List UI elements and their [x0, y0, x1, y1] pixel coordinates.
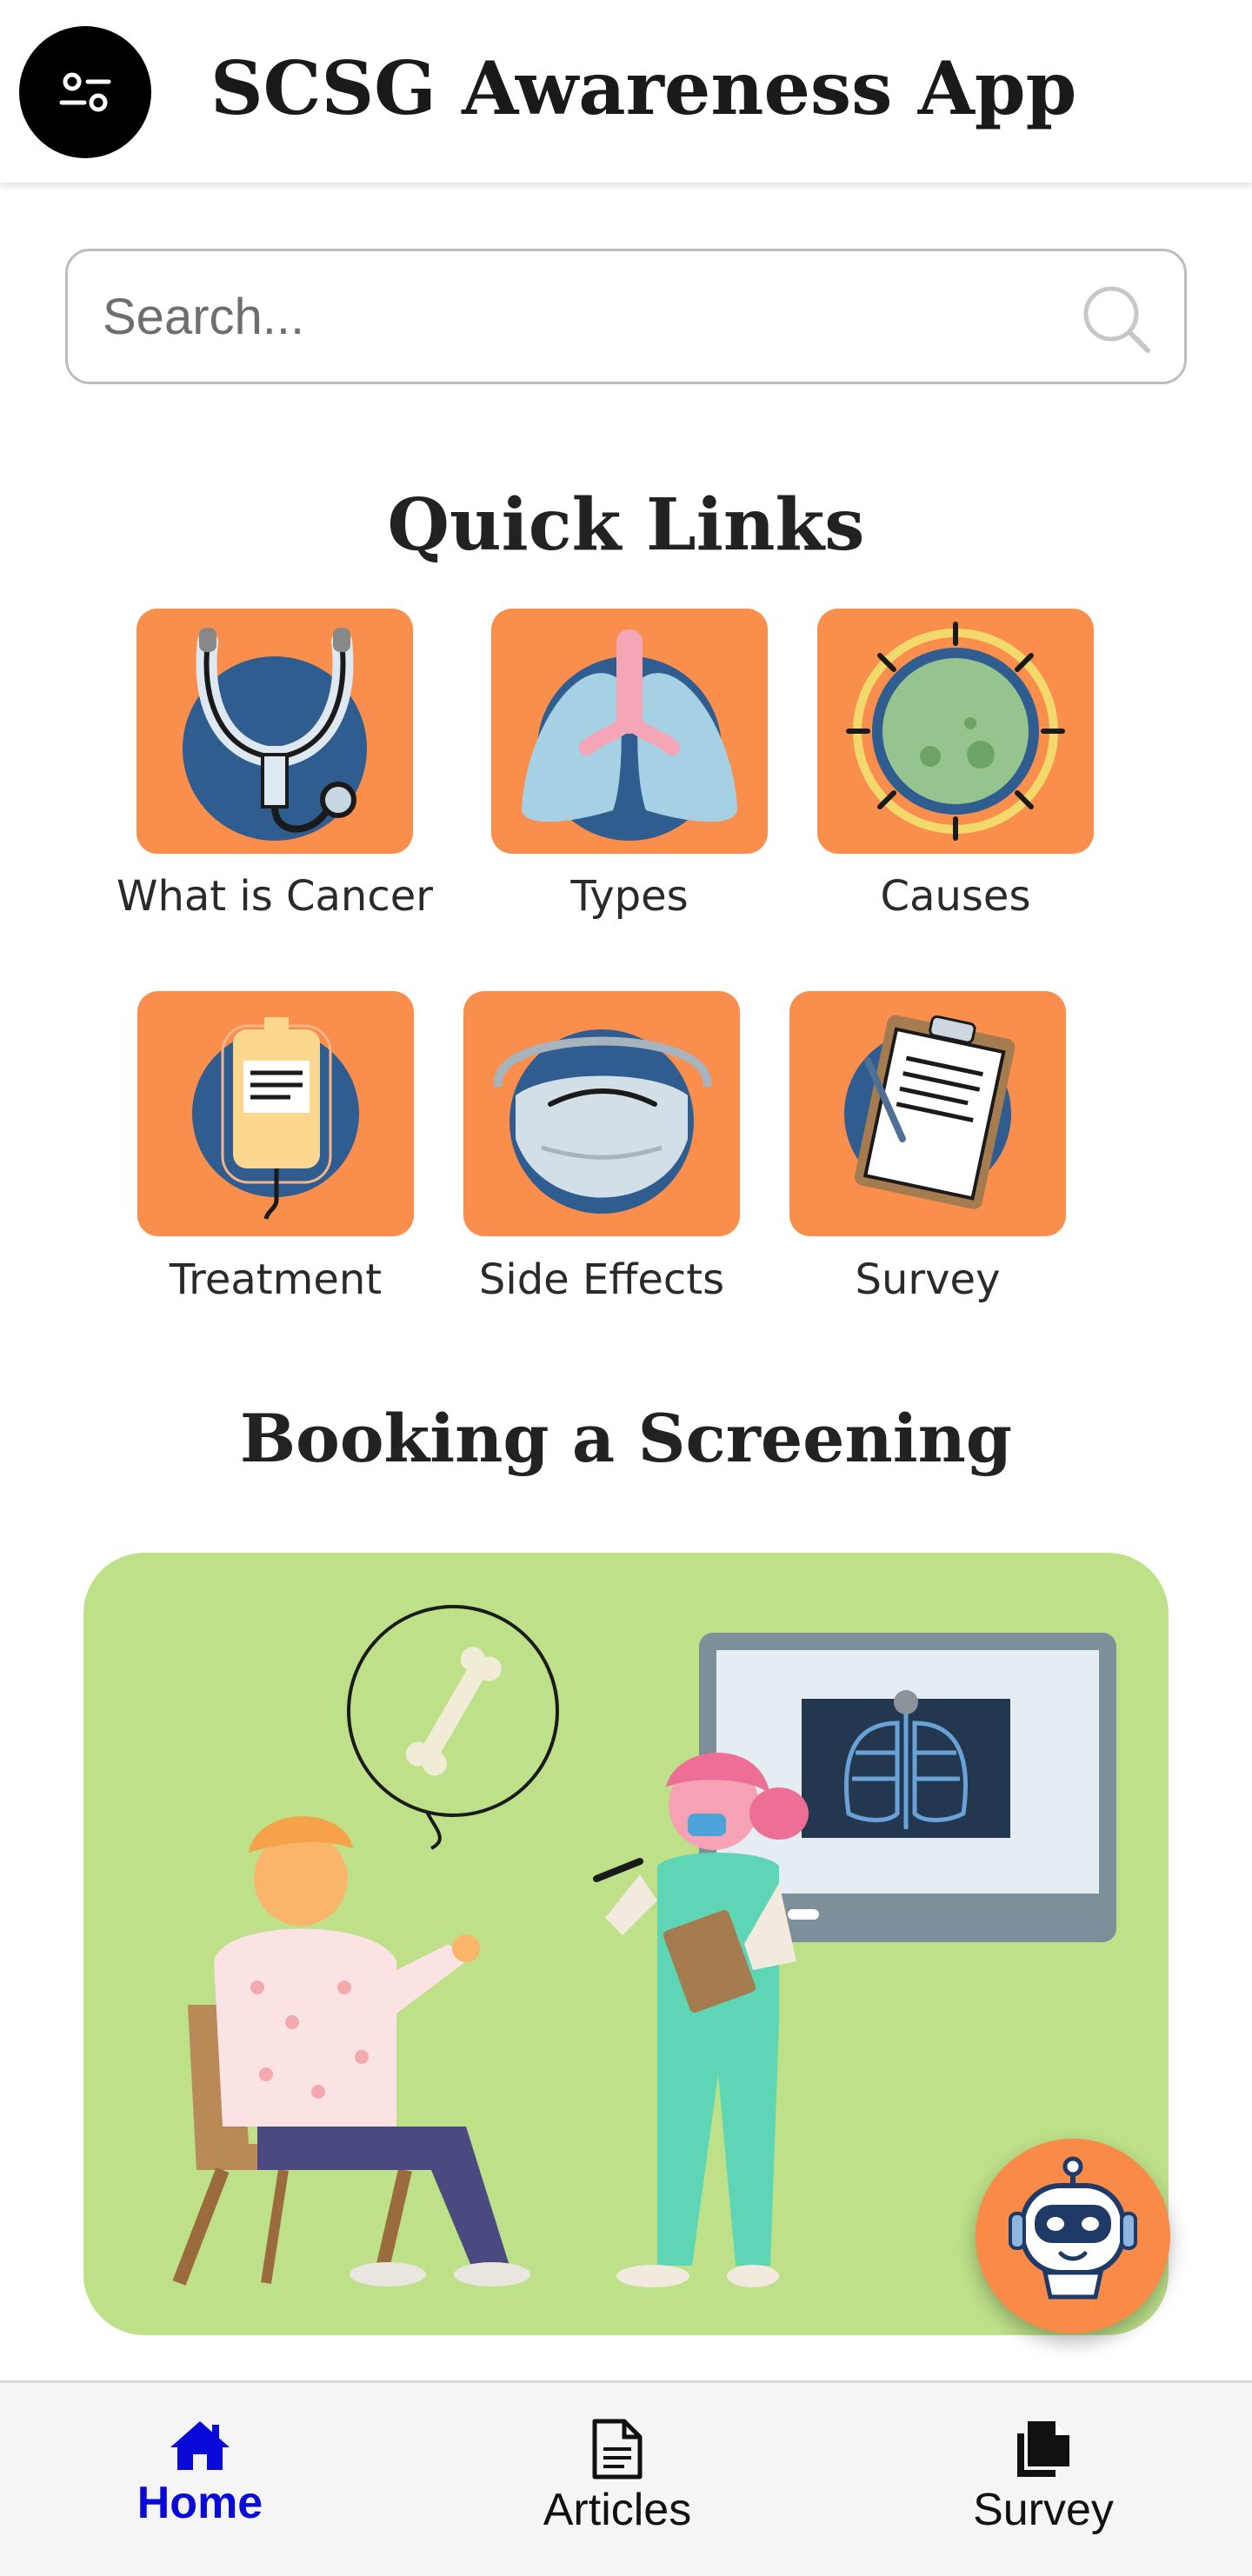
quick-link-label-treatment: Treatment: [169, 1255, 383, 1304]
home-icon: [170, 2421, 230, 2470]
quick-link-label-what-is-cancer: What is Cancer: [117, 872, 433, 921]
quick-link-causes[interactable]: [817, 609, 1094, 854]
bottom-navigation: Home Articles Survey: [0, 2380, 1252, 2576]
search-icon[interactable]: [1078, 281, 1153, 356]
nav-articles[interactable]: Articles: [530, 2383, 704, 2576]
search-input[interactable]: [103, 251, 1059, 382]
app-title: SCSG Awareness App: [210, 45, 1077, 131]
nav-home-label: Home: [137, 2478, 263, 2528]
face-mask-icon: [493, 1029, 712, 1214]
nav-home[interactable]: Home: [113, 2383, 287, 2576]
nav-articles-label: Articles: [543, 2485, 692, 2535]
quick-links-title: Quick Links: [387, 483, 865, 567]
nav-survey[interactable]: Survey: [956, 2383, 1130, 2576]
stethoscope-icon: [183, 628, 367, 841]
document-icon: [592, 2419, 643, 2479]
app-header: SCSG Awareness App: [0, 0, 1252, 183]
booking-title: Booking a Screening: [239, 1400, 1013, 1477]
quick-link-types[interactable]: [491, 609, 768, 854]
menu-sliders-icon: [59, 72, 111, 112]
quick-link-label-types: Types: [570, 872, 689, 921]
quick-link-survey[interactable]: [789, 991, 1066, 1236]
quick-link-side-effects[interactable]: [463, 991, 740, 1236]
quick-link-treatment[interactable]: [137, 991, 414, 1236]
nav-survey-label: Survey: [973, 2485, 1114, 2535]
menu-button[interactable]: [19, 26, 151, 158]
virus-icon: [846, 622, 1065, 841]
search-bar: [65, 249, 1187, 384]
clipboard-icon: [844, 1015, 1016, 1209]
copy-documents-icon: [1017, 2421, 1069, 2477]
quick-link-what-is-cancer[interactable]: [137, 609, 413, 854]
chatbot-robot-icon: [1009, 2156, 1137, 2300]
lungs-icon: [522, 629, 737, 841]
quick-link-label-causes: Causes: [880, 872, 1031, 921]
quick-link-label-side-effects: Side Effects: [478, 1255, 725, 1304]
chatbot-button[interactable]: [976, 2139, 1170, 2333]
quick-link-label-survey: Survey: [855, 1255, 1001, 1304]
iv-bag-icon: [192, 1017, 359, 1220]
